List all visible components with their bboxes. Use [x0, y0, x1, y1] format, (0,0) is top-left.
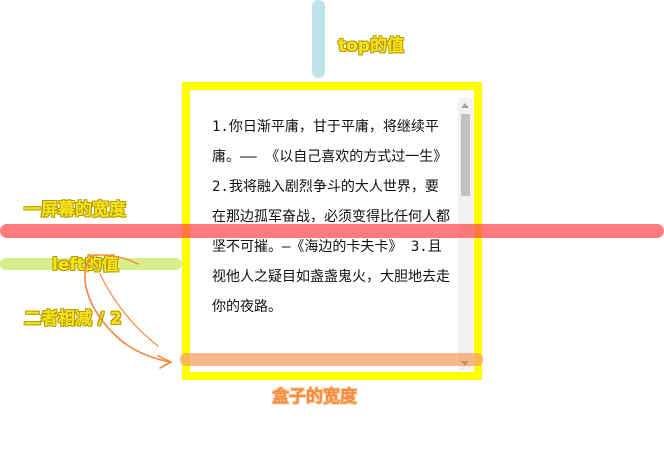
scroll-thumb[interactable] — [461, 114, 470, 196]
box-width-label: 盒子的宽度 — [272, 387, 357, 407]
screen-width-bar — [0, 224, 664, 238]
scroll-up-arrow-icon[interactable] — [461, 103, 469, 108]
box-text: 1.你日渐平庸，甘于平庸，将继续平庸。—— 《以自己喜欢的方式过一生》 2.我将… — [212, 119, 450, 315]
screen-width-label: 一屏幕的宽度 — [24, 200, 126, 220]
top-value-label: top的值 — [338, 36, 404, 56]
box-width-bar — [180, 353, 483, 366]
curved-arrow-icon — [84, 254, 173, 369]
top-value-bar — [312, 0, 325, 78]
